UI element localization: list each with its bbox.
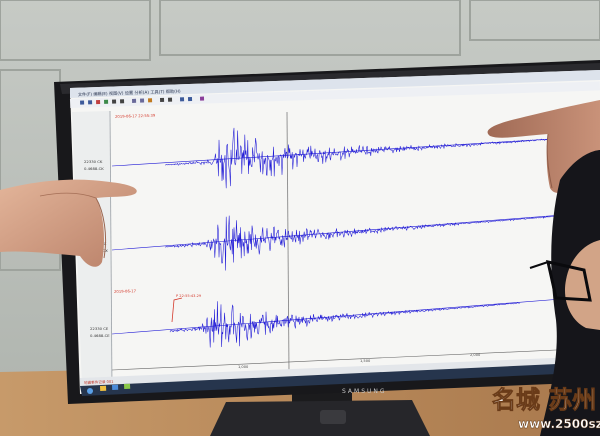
record-icon[interactable] (96, 100, 101, 105)
scroll-right-icon[interactable] (167, 97, 173, 102)
zoom-in-icon[interactable] (112, 99, 117, 104)
trace-date-annotation: 2019-06-17 (114, 288, 137, 294)
watermark-url: www.2500sz.com (518, 417, 600, 431)
scroll-left-icon[interactable] (159, 97, 165, 103)
svg-text:22330 CK: 22330 CK (84, 159, 103, 164)
start-icon[interactable] (87, 388, 93, 394)
app-icon[interactable] (124, 383, 131, 389)
browser-icon[interactable] (112, 384, 119, 390)
photo-scene: SAMSUNG 文件(F) 编辑(E) 视图(V) 设置 分析(A) 工具(T)… (0, 0, 600, 436)
svg-text:22330 CE: 22330 CE (90, 326, 109, 331)
svg-text:0.4688-CK: 0.4688-CK (84, 166, 104, 171)
svg-text:0.4688-CE: 0.4688-CE (90, 333, 110, 338)
filter-icon[interactable] (131, 98, 137, 103)
play-icon[interactable] (104, 99, 109, 104)
marker-icon[interactable] (147, 98, 153, 103)
pick-icon[interactable] (139, 98, 145, 103)
axis-tick-label: 2,000 (470, 353, 481, 357)
axis-tick-label: 1,000 (238, 365, 249, 369)
zoom-out-icon[interactable] (120, 99, 125, 104)
monitor-brand: SAMSUNG (342, 388, 387, 395)
watermark-name: 名城 苏州 (492, 386, 596, 414)
print-icon[interactable] (187, 96, 193, 102)
save-icon[interactable] (88, 100, 93, 105)
axis-tick-label: 1,500 (360, 359, 371, 363)
folder-icon[interactable] (100, 385, 107, 391)
open-icon[interactable] (80, 100, 85, 105)
spectrum-icon[interactable] (199, 96, 205, 101)
svg-text:P 22:55:43.29: P 22:55:43.29 (176, 294, 202, 298)
settings-icon[interactable] (179, 97, 185, 102)
